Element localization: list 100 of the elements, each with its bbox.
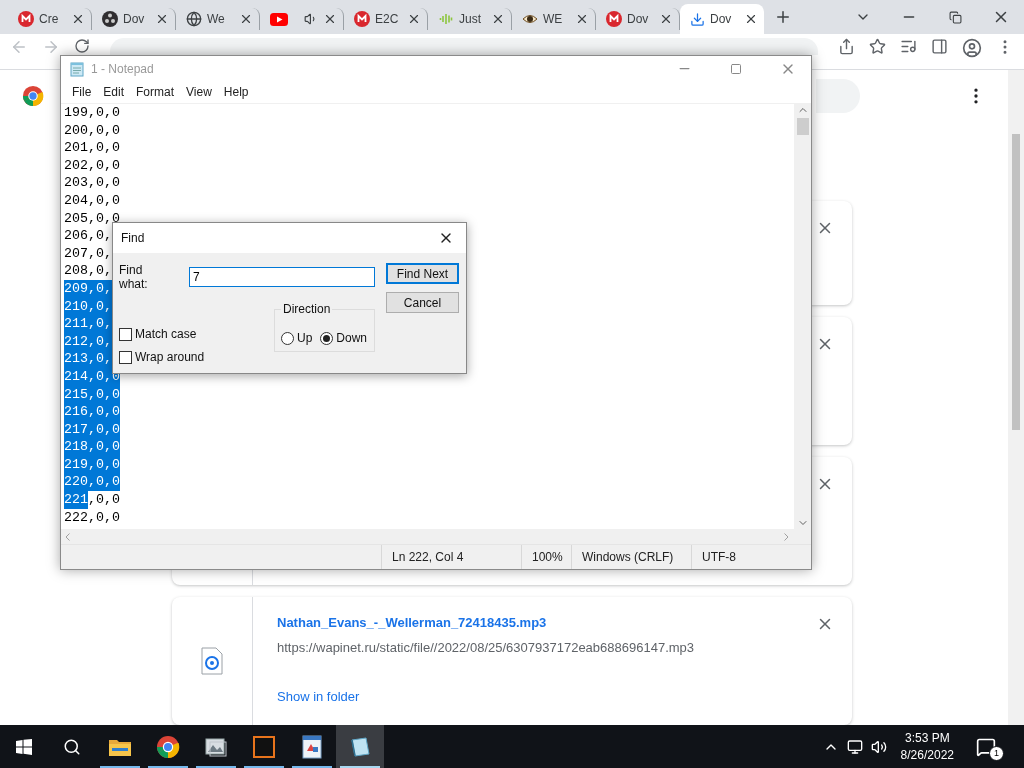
radio-button[interactable]	[281, 331, 294, 345]
chrome-icon	[156, 734, 180, 759]
checkbox-label: Match case	[135, 327, 197, 341]
dialog-button[interactable]: Find Next	[386, 263, 459, 284]
new-tab-icon[interactable]	[774, 8, 792, 26]
browser-tab[interactable]: E2C	[344, 8, 428, 30]
tab-title: Dov	[627, 12, 650, 26]
browser-tab[interactable]: Dov	[680, 4, 764, 34]
sound-wave-icon	[438, 11, 454, 27]
group-label: Direction	[281, 302, 333, 316]
close-icon[interactable]	[575, 12, 589, 26]
text-line: 208,0,	[64, 262, 112, 280]
side-panel-icon[interactable]	[931, 38, 948, 55]
text-line: 206,0,	[64, 227, 112, 245]
checkbox-box[interactable]	[119, 350, 132, 364]
text-line: 199,0,0	[64, 104, 120, 122]
radio-label: Down	[336, 331, 368, 345]
square-icon	[253, 735, 275, 758]
notification-icon[interactable]	[976, 736, 996, 757]
notepad-icon	[69, 60, 85, 77]
time-text: 3:53 PM	[904, 729, 950, 747]
browser-tab[interactable]: Dov	[92, 8, 176, 30]
field-label: Find what:	[119, 263, 149, 291]
text-line: 205,0,0	[64, 209, 120, 228]
checkbox-box[interactable]	[119, 327, 132, 341]
document-icon	[301, 734, 323, 759]
close-icon[interactable]	[659, 12, 673, 26]
search-field[interactable]	[816, 79, 860, 113]
dialog-button[interactable]: Cancel	[386, 292, 459, 313]
browser-tab[interactable]: WE	[512, 8, 596, 30]
text-line: 201,0,0	[64, 139, 120, 157]
clock[interactable]: 3:53 PM 8/26/2022	[900, 729, 954, 764]
tab-title: Dov	[123, 12, 146, 26]
windows-logo-icon	[16, 738, 32, 755]
share-icon[interactable]	[838, 38, 855, 55]
tab-title: Dov	[710, 12, 733, 26]
menu-item[interactable]: File	[67, 83, 97, 101]
profile-icon[interactable]	[962, 38, 982, 58]
notification-count: 1	[989, 745, 1004, 761]
scrollbar[interactable]	[794, 104, 811, 529]
file-url: https://wapinet.ru/static/file//2022/08/25/6307937172eab688696147.mp3	[277, 640, 696, 655]
status-text: UTF-8	[691, 545, 811, 569]
circle-logo-icon	[354, 11, 370, 27]
close-icon[interactable]	[744, 12, 758, 26]
globe-icon	[186, 11, 202, 27]
taskbar-app[interactable]	[336, 725, 384, 768]
checkbox-label: Wrap around	[135, 350, 205, 364]
scrollbar[interactable]	[1008, 70, 1024, 725]
close-icon[interactable]	[155, 12, 169, 26]
close-icon[interactable]	[407, 12, 421, 26]
scroll-thumb[interactable]	[796, 118, 809, 135]
tab-title: E2C	[375, 12, 400, 26]
menu-item[interactable]: Format	[131, 83, 180, 101]
picture-frame-icon	[204, 735, 228, 758]
close-icon[interactable]	[239, 12, 253, 26]
volume-icon[interactable]	[870, 738, 887, 755]
notepad-icon	[348, 735, 372, 758]
network-icon[interactable]	[846, 738, 863, 755]
download-icon	[690, 11, 705, 27]
checkbox[interactable]: Match case	[119, 327, 274, 341]
tab-title: Cre	[39, 12, 60, 26]
reload-icon[interactable]	[74, 38, 90, 54]
window-title: 1 - Notepad	[91, 61, 154, 76]
three-dots-logo-icon	[102, 11, 118, 27]
menu-item[interactable]: View	[181, 83, 217, 101]
text-line: 200,0,0	[64, 121, 120, 140]
text-line: 203,0,0	[64, 174, 120, 192]
text-line: 204,0,0	[64, 191, 120, 210]
radio-label: Up	[297, 331, 313, 345]
play-icon	[270, 12, 288, 26]
media-icon[interactable]	[900, 38, 917, 55]
browser-tab[interactable]: Dov	[596, 8, 680, 30]
browser-tab[interactable]: Just	[428, 8, 512, 30]
radio-button[interactable]	[320, 331, 334, 345]
tab-title: Just	[459, 12, 482, 26]
circle-logo-icon	[18, 11, 34, 27]
tab-title: WE	[543, 12, 564, 26]
status-text: Windows (CRLF)	[571, 545, 691, 569]
close-icon[interactable]	[323, 12, 337, 26]
chrome-logo-icon	[22, 85, 44, 107]
menu-item[interactable]: Help	[218, 83, 254, 101]
star-icon[interactable]	[869, 38, 886, 55]
browser-tab[interactable]: We	[176, 8, 260, 30]
menu-item[interactable]: Edit	[98, 83, 130, 101]
status-text: Ln 222, Col 4	[381, 545, 521, 569]
file-name-link[interactable]: Nathan_Evans_-_Wellerman_72418435.mp3	[277, 615, 792, 630]
close-icon[interactable]	[71, 12, 85, 26]
circle-logo-icon	[606, 11, 622, 27]
status-text: 100%	[521, 545, 571, 569]
browser-tab[interactable]: Cre	[8, 8, 92, 30]
text-line: 222,0,0	[64, 508, 120, 527]
text-line: 202,0,0	[64, 156, 120, 175]
find-field[interactable]: 7	[188, 267, 375, 287]
tab-title: We	[207, 12, 226, 26]
dialog-title: Find	[121, 231, 145, 245]
date-text: 8/26/2022	[900, 746, 954, 764]
show-in-folder-link[interactable]: Show in folder	[277, 689, 360, 704]
audio-file-icon	[201, 647, 223, 675]
close-icon[interactable]	[491, 12, 505, 26]
checkbox[interactable]: Wrap around	[119, 350, 274, 364]
